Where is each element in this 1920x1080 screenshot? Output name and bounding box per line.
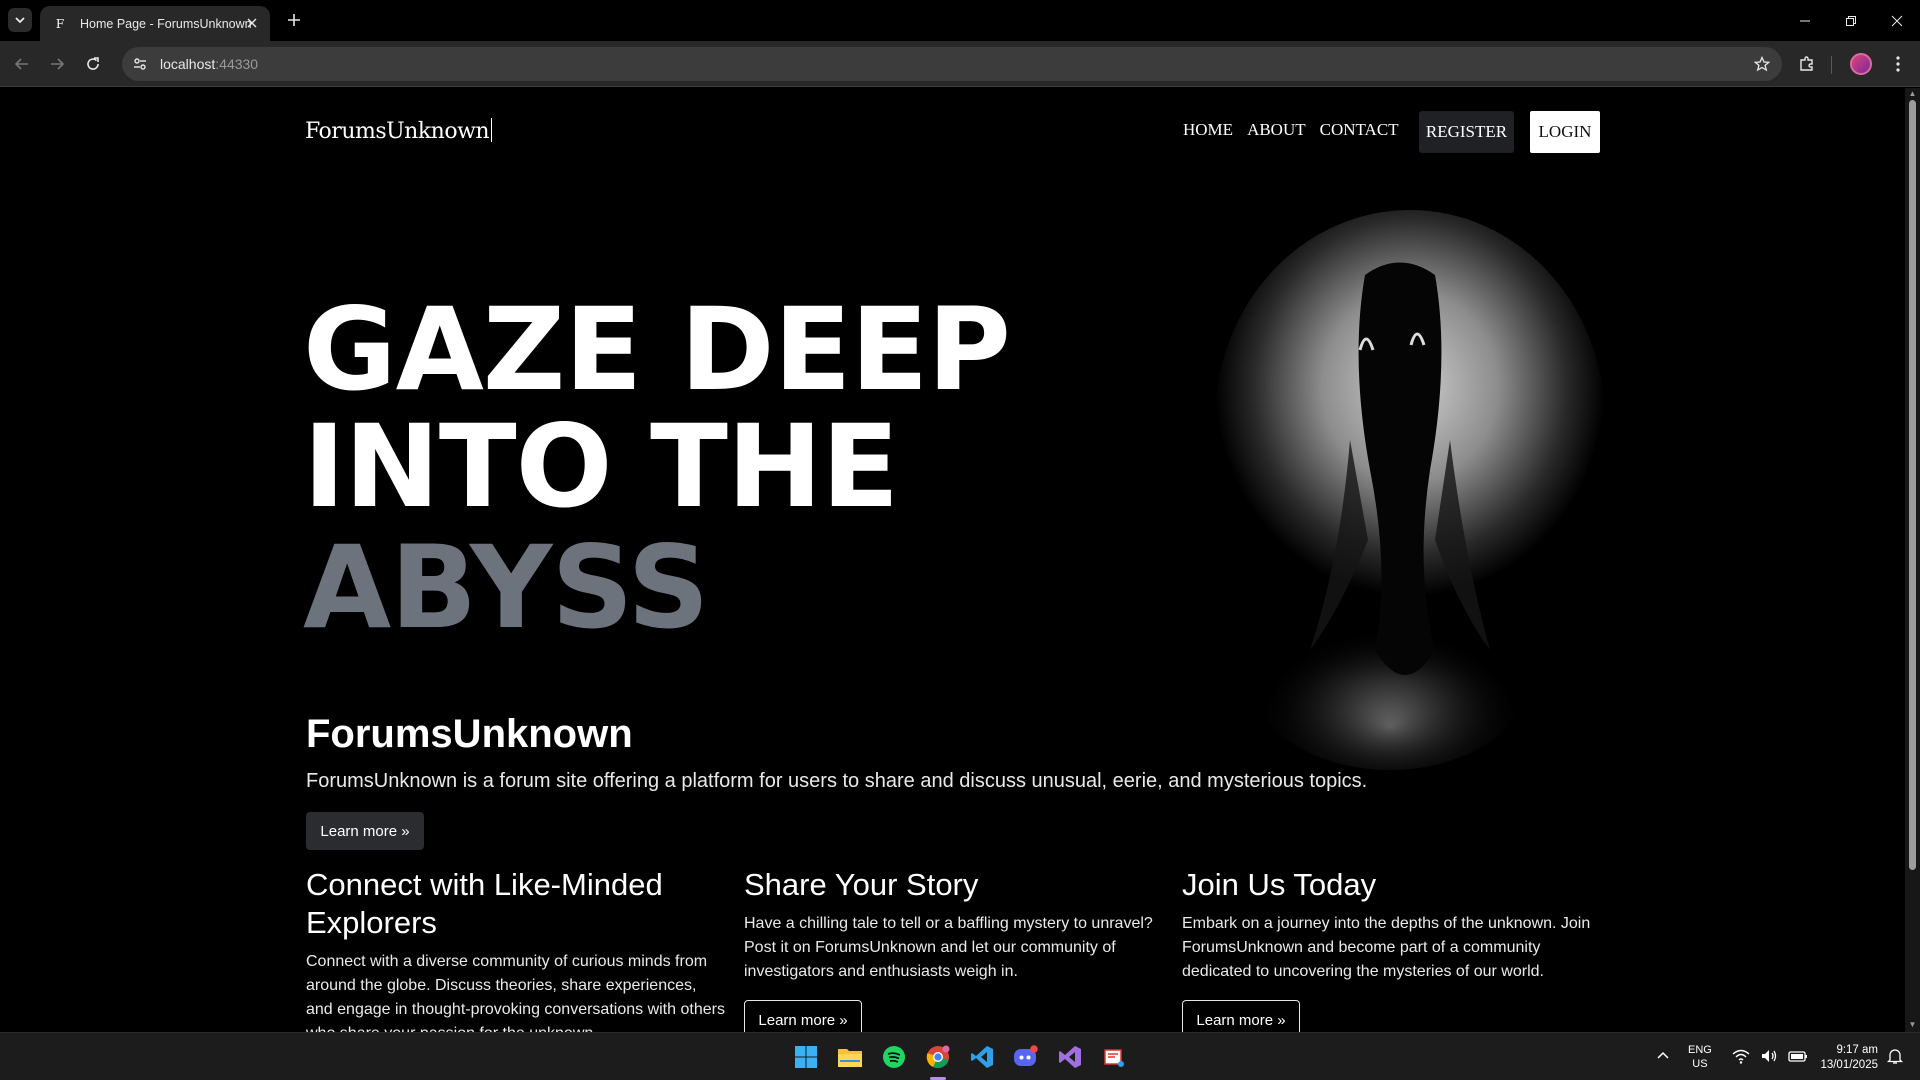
windows-start-icon[interactable] <box>789 1040 823 1074</box>
minimize-icon <box>1800 20 1810 21</box>
intro-learn-more-button[interactable]: Learn more » <box>306 812 424 850</box>
tab-search-button[interactable] <box>8 8 32 32</box>
close-window-button[interactable] <box>1874 0 1920 41</box>
browser-menu-button[interactable] <box>1884 50 1912 78</box>
site-brand-link[interactable]: ForumsUnknown <box>305 118 493 144</box>
plus-icon <box>288 14 300 26</box>
page-viewport: ForumsUnknown HOME ABOUT CONTACT REGISTE… <box>0 88 1905 1032</box>
system-tray-icons[interactable] <box>1732 1047 1808 1065</box>
visual-studio-icon[interactable] <box>1053 1040 1087 1074</box>
browser-toolbar: localhost:44330 <box>0 41 1920 87</box>
arrow-right-icon <box>51 58 65 70</box>
arrow-left-icon <box>14 58 28 70</box>
restore-button[interactable] <box>1828 0 1874 41</box>
wifi-icon <box>1732 1049 1750 1064</box>
star-icon <box>1754 56 1770 72</box>
feature-title: Connect with Like-Minded Explorers <box>306 867 663 940</box>
chevron-up-icon <box>1657 1051 1669 1059</box>
feature-text: Have a chilling tale to tell or a baffli… <box>744 915 1153 980</box>
taskbar-clock[interactable]: 9:17 am 13/01/2025 <box>1806 1043 1878 1073</box>
extensions-button[interactable] <box>1793 50 1821 78</box>
site-info-button[interactable] <box>126 50 154 78</box>
snipping-tool-icon[interactable] <box>1097 1040 1131 1074</box>
discord-icon[interactable] <box>1009 1040 1043 1074</box>
tab-favicon: F <box>55 16 65 31</box>
reload-button[interactable] <box>79 50 107 78</box>
site-brand-text: ForumsUnknown <box>305 119 490 144</box>
bookmark-button[interactable] <box>1748 50 1776 78</box>
feature-learn-more-button[interactable]: Learn more » <box>1182 1000 1300 1032</box>
register-button[interactable]: REGISTER <box>1419 111 1514 153</box>
reload-icon <box>87 57 99 70</box>
file-explorer-icon[interactable] <box>833 1040 867 1074</box>
tab-close-button[interactable] <box>244 15 260 31</box>
url-port: :44330 <box>215 56 259 72</box>
close-icon <box>1891 15 1903 26</box>
profile-button[interactable] <box>1847 50 1875 78</box>
url-host: localhost <box>160 56 216 72</box>
forward-button[interactable] <box>43 50 71 78</box>
feature-learn-more-button[interactable]: Learn more » <box>744 1000 862 1032</box>
language-code: ENG <box>1688 1044 1712 1056</box>
notifications-button[interactable] <box>1886 1047 1904 1070</box>
volume-icon <box>1762 1050 1777 1062</box>
restore-icon <box>1846 15 1856 26</box>
feature-text: Embark on a journey into the depths of t… <box>1182 915 1591 980</box>
text-cursor <box>491 118 493 142</box>
feature-title: Share Your Story <box>744 867 979 902</box>
more-vert-icon <box>1896 56 1900 72</box>
window-controls <box>1782 0 1920 41</box>
minimize-button[interactable] <box>1782 0 1828 41</box>
intro-lead: ForumsUnknown is a forum site offering a… <box>306 770 1368 792</box>
hero-line-2: INTO THE <box>303 400 899 533</box>
hero-line-3: ABYSS <box>303 521 710 654</box>
browser-tab-strip: F Home Page - ForumsUnknown <box>0 0 1920 41</box>
bell-icon <box>1886 1049 1904 1064</box>
main-nav: HOME ABOUT CONTACT <box>1183 120 1413 140</box>
clock-time: 9:17 am <box>1836 1044 1878 1056</box>
address-bar[interactable]: localhost:44330 <box>122 47 1782 81</box>
scroll-up-icon[interactable]: ▲ <box>1908 89 1917 98</box>
puzzle-icon <box>1800 56 1813 71</box>
feature-text: Connect with a diverse community of curi… <box>306 953 725 1032</box>
clock-date: 13/01/2025 <box>1820 1059 1878 1071</box>
toolbar-divider <box>1831 56 1832 74</box>
page-scrollbar[interactable]: ▲ ▼ <box>1905 88 1920 1032</box>
battery-icon <box>1788 1051 1807 1062</box>
nav-about-link[interactable]: ABOUT <box>1247 120 1306 140</box>
feature-title: Join Us Today <box>1182 867 1377 902</box>
browser-tab-active[interactable]: F Home Page - ForumsUnknown <box>40 6 270 41</box>
spotify-icon[interactable] <box>877 1040 911 1074</box>
tune-icon <box>134 58 146 70</box>
scroll-thumb[interactable] <box>1909 100 1916 870</box>
feature-column-2: Share Your Story Have a chilling tale to… <box>744 866 1164 1032</box>
hero-line-1: GAZE DEEP <box>303 283 1011 416</box>
windows-taskbar: ENG US 9:17 am 13/01/2025 <box>0 1032 1920 1080</box>
language-indicator[interactable]: ENG US <box>1688 1043 1712 1071</box>
intro-title: ForumsUnknown <box>306 712 633 756</box>
nav-contact-link[interactable]: CONTACT <box>1320 120 1399 140</box>
vscode-icon[interactable] <box>965 1040 999 1074</box>
new-tab-button[interactable] <box>282 8 306 32</box>
tray-overflow-button[interactable] <box>1656 1049 1670 1068</box>
chevron-down-icon <box>15 17 25 24</box>
tab-title: Home Page - ForumsUnknown <box>80 16 252 31</box>
close-icon <box>247 18 257 28</box>
feature-column-3: Join Us Today Embark on a journey into t… <box>1182 866 1602 1032</box>
url-text: localhost:44330 <box>160 56 258 72</box>
login-button[interactable]: LOGIN <box>1530 111 1600 153</box>
nav-home-link[interactable]: HOME <box>1183 120 1233 140</box>
avatar <box>1850 53 1872 75</box>
back-button[interactable] <box>8 50 36 78</box>
region-code: US <box>1692 1058 1708 1070</box>
chrome-icon[interactable] <box>921 1040 955 1074</box>
scroll-down-icon[interactable]: ▼ <box>1908 1020 1917 1029</box>
abyss-creature-image <box>1190 180 1610 800</box>
feature-column-1: Connect with Like-Minded Explorers Conne… <box>306 866 726 1032</box>
